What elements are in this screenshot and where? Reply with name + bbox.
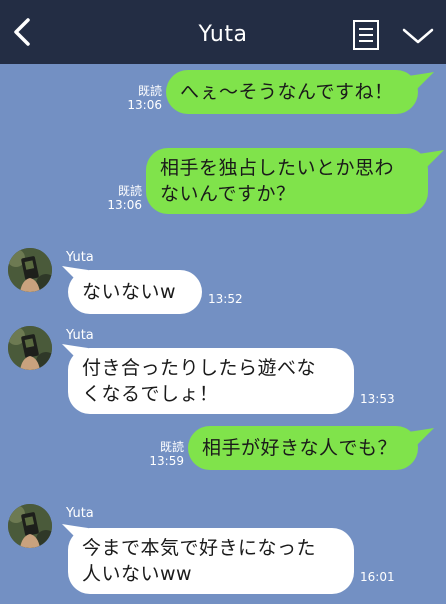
- sender-name: Yuta: [66, 506, 94, 521]
- message-text-line: 付き合ったりしたら遊べな: [82, 357, 317, 379]
- message-time: 16:01: [360, 570, 395, 584]
- avatar[interactable]: [8, 504, 52, 548]
- message-time: 13:59: [149, 454, 184, 468]
- read-label: 既読: [137, 84, 162, 98]
- message-text: 相手が好きな人でも？: [202, 437, 398, 459]
- sender-name: Yuta: [66, 328, 94, 343]
- message-text-line: くなるでしょ！: [82, 383, 219, 405]
- message-text: ないないw: [82, 281, 177, 303]
- message-bubble-outgoing[interactable]: へぇ〜そうなんですね！: [166, 70, 418, 114]
- message-bubble-outgoing[interactable]: 相手が好きな人でも？: [188, 426, 418, 470]
- message-text-line: 相手を独占したいとか思わ: [160, 157, 395, 179]
- message-time: 13:06: [127, 98, 162, 112]
- avatar[interactable]: [8, 248, 52, 292]
- message-bubble-incoming[interactable]: ないないw: [68, 270, 202, 314]
- sender-name: Yuta: [66, 250, 94, 265]
- chevron-down-icon[interactable]: [401, 25, 435, 47]
- read-status: 既読 13:06: [98, 184, 142, 212]
- message-text-line: 人いないww: [82, 563, 193, 585]
- message-bubble-outgoing[interactable]: 相手を独占したいとか思わ ないんですか？: [146, 148, 428, 214]
- message-text-line: 今まで本気で好きになった: [82, 537, 317, 559]
- read-status: 既読 13:59: [140, 440, 184, 468]
- message-bubble-incoming[interactable]: 今まで本気で好きになった 人いないww: [68, 528, 354, 594]
- chat-header: Yuta: [0, 0, 446, 64]
- message-bubble-incoming[interactable]: 付き合ったりしたら遊べな くなるでしょ！: [68, 348, 354, 414]
- read-label: 既読: [117, 184, 142, 198]
- avatar[interactable]: [8, 326, 52, 370]
- message-time: 13:52: [208, 292, 243, 306]
- message-time: 13:53: [360, 392, 395, 406]
- read-status: 既読 13:06: [118, 84, 162, 112]
- message-time: 13:06: [107, 198, 142, 212]
- message-text: へぇ〜そうなんですね！: [180, 81, 394, 103]
- message-text-line: ないんですか？: [160, 183, 296, 205]
- read-label: 既読: [159, 440, 184, 454]
- note-icon[interactable]: [352, 19, 380, 51]
